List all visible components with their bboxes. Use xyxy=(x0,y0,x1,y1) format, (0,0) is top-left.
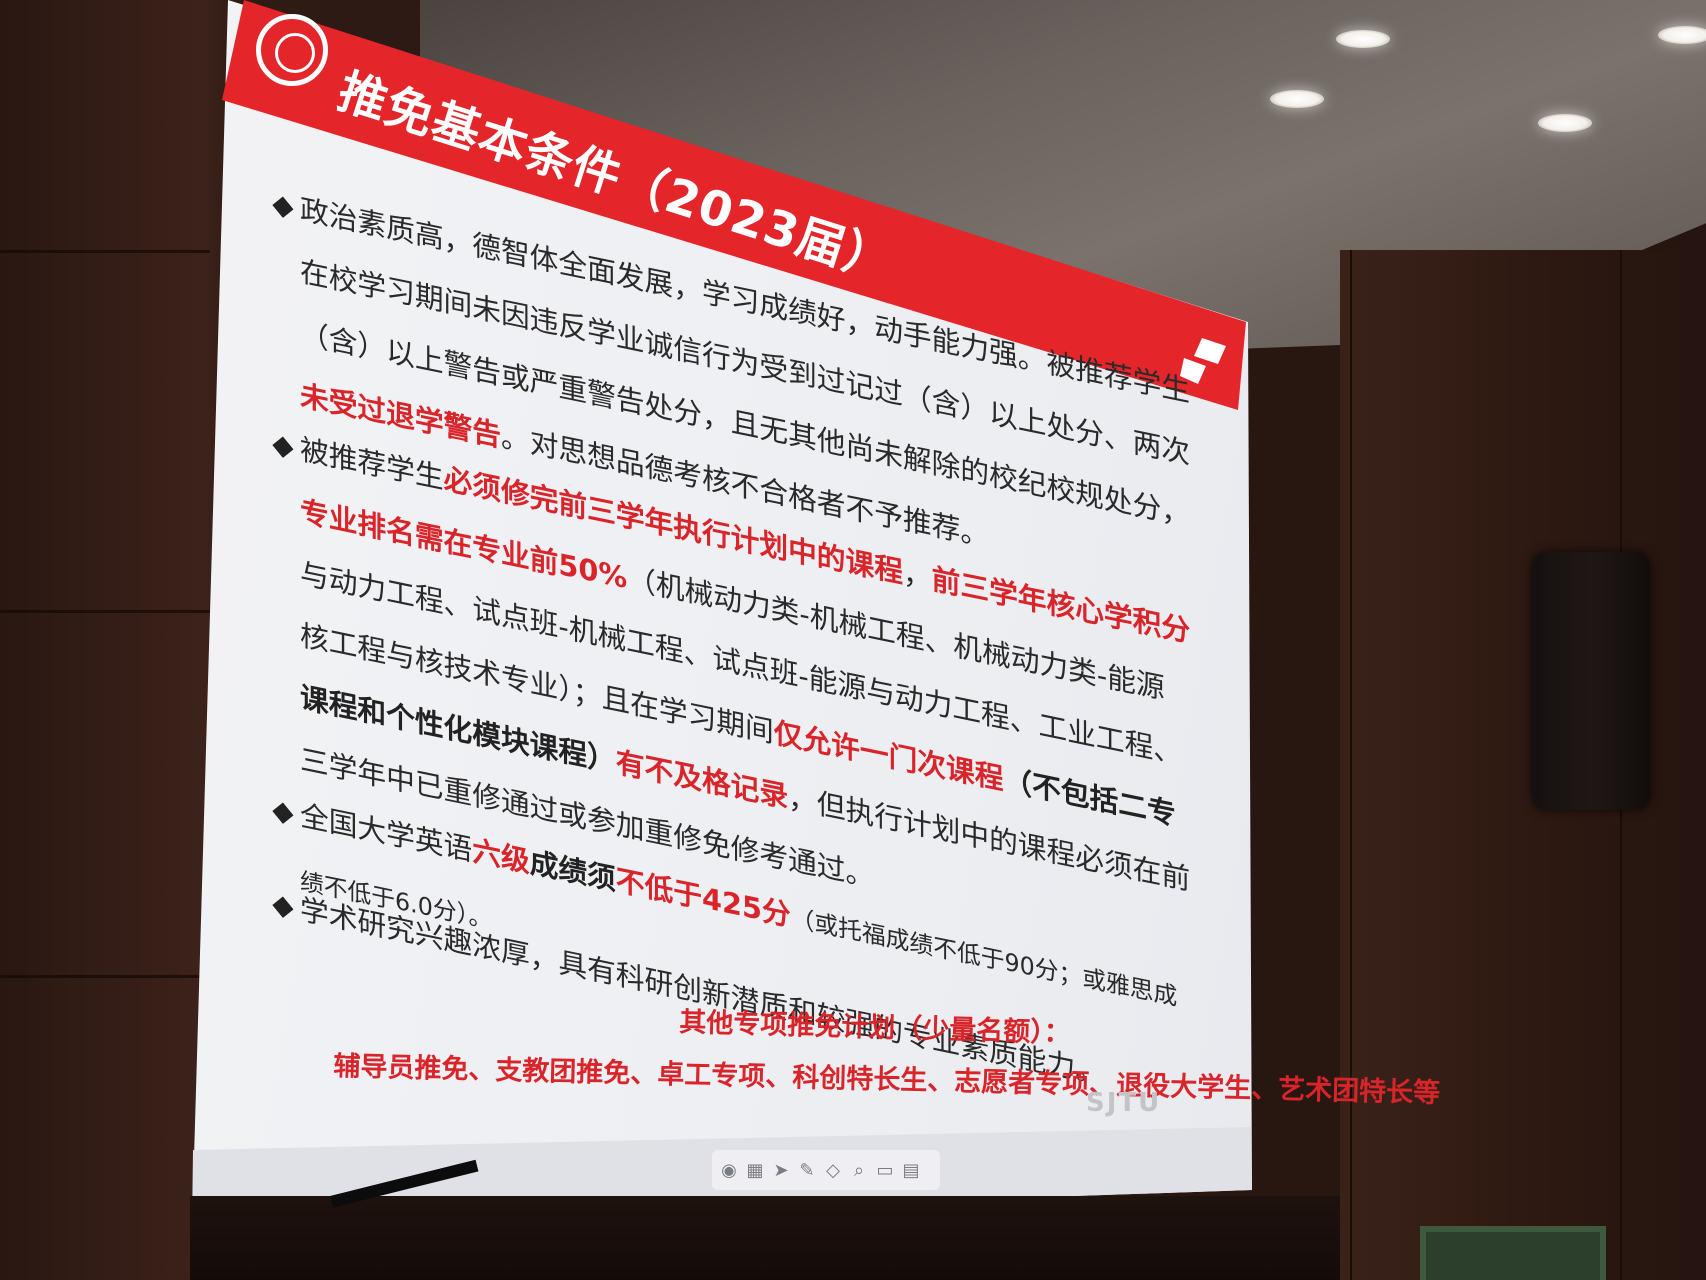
presentation-toolbar: ◉ ▦ ➤ ✎ ◇ ⌕ ▭ ▤ xyxy=(712,1150,940,1190)
special-plans-heading: 其他专项推免计划（少量名额）： xyxy=(678,1006,1072,1049)
pointer-icon[interactable]: ➤ xyxy=(772,1159,790,1181)
eraser-icon[interactable]: ◇ xyxy=(824,1159,842,1181)
note-icon[interactable]: ▤ xyxy=(902,1159,920,1181)
screen-icon[interactable]: ▭ xyxy=(876,1159,894,1181)
zoom-icon[interactable]: ⌕ xyxy=(850,1159,868,1181)
special-plans: 其他专项推免计划（少量名额）： 辅导员推免、支教团推免、卓工专项、科创特长生、志… xyxy=(0,0,1706,1280)
grid-icon[interactable]: ▦ xyxy=(746,1159,764,1181)
stage-edge xyxy=(190,1196,1340,1280)
share-icon[interactable]: ◉ xyxy=(720,1159,738,1181)
special-plans-list: 辅导员推免、支教团推免、卓工专项、科创特长生、志愿者专项、退役大学生、艺术团特长… xyxy=(333,1050,1441,1110)
lecture-hall: 推免基本条件（2023届） ◆ 政治素质高，德智体全面发展，学习成绩好，动手能力… xyxy=(0,0,1706,1280)
pen-icon[interactable]: ✎ xyxy=(798,1159,816,1181)
sjtu-watermark: SJTU xyxy=(1086,1088,1162,1118)
